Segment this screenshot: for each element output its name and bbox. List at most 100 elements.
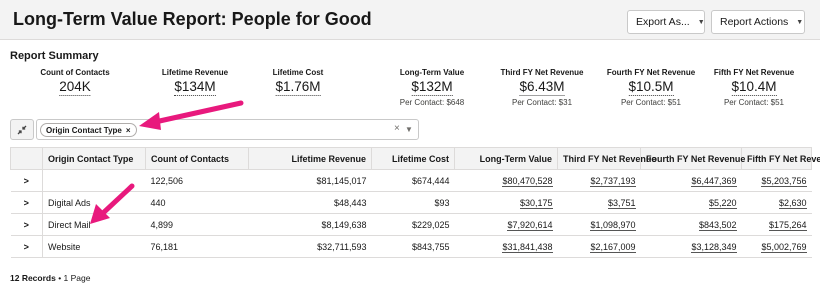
metric-value[interactable]: $10.4M xyxy=(731,78,777,96)
table-header-row: Origin Contact Type Count of Contacts Li… xyxy=(10,147,820,170)
cell-third-fy-net-revenue[interactable]: $3,751 xyxy=(557,191,641,214)
cell-count-of-contacts: 4,899 xyxy=(145,213,249,236)
metric-value[interactable]: $1.76M xyxy=(275,78,321,96)
column-header-third-fy-net-revenue[interactable]: Third FY Net Revenue xyxy=(557,147,656,170)
column-header-lifetime-revenue[interactable]: Lifetime Revenue xyxy=(248,147,372,170)
page-count: • 1 Page xyxy=(55,273,91,283)
cell-long-term-value[interactable]: $80,470,528 xyxy=(454,169,558,192)
report-actions-button[interactable]: Report Actions ▼ xyxy=(711,10,805,34)
cell-link[interactable]: $5,002,769 xyxy=(761,241,807,253)
table-row: > Digital Ads 440 $48,443 $93 $30,175 $3… xyxy=(10,191,812,214)
cell-link[interactable]: $2,167,009 xyxy=(590,241,636,253)
cell-lifetime-cost: $843,755 xyxy=(371,235,455,258)
cell-lifetime-cost: $93 xyxy=(371,191,455,214)
metric-value[interactable]: $134M xyxy=(174,78,216,96)
cell-link[interactable]: $2,737,193 xyxy=(590,175,636,187)
cell-link[interactable]: $3,128,349 xyxy=(691,241,737,253)
metric-value[interactable]: $10.5M xyxy=(628,78,674,96)
column-header-fifth-fy-net-revenue[interactable]: Fifth FY Net Revenue xyxy=(741,147,820,170)
metric-per-contact: Per Contact: $648 xyxy=(399,98,465,107)
filter-pill-origin-contact-type[interactable]: Origin Contact Type × xyxy=(40,123,137,137)
expand-row-icon[interactable]: > xyxy=(10,191,43,214)
collapse-arrows-icon xyxy=(17,125,27,134)
table-row: > 122,506 $81,145,017 $674,444 $80,470,5… xyxy=(10,169,812,192)
remove-pill-icon[interactable]: × xyxy=(126,126,131,135)
metric-label: Count of Contacts xyxy=(40,68,110,77)
metric-per-contact: Per Contact: $31 xyxy=(511,98,573,107)
export-as-button[interactable]: Export As... ▼ xyxy=(627,10,705,34)
cell-link[interactable]: $31,841,438 xyxy=(502,241,553,253)
cell-count-of-contacts: 122,506 xyxy=(145,169,249,192)
metric-lifetime-cost: Lifetime Cost $1.76M xyxy=(272,68,324,96)
cell-fourth-fy-net-revenue[interactable]: $6,447,369 xyxy=(640,169,742,192)
table-row: > Website 76,181 $32,711,593 $843,755 $3… xyxy=(10,235,812,258)
cell-third-fy-net-revenue[interactable]: $2,167,009 xyxy=(557,235,641,258)
metric-per-contact: Per Contact: $51 xyxy=(723,98,785,107)
metric-value[interactable]: 204K xyxy=(59,78,91,96)
column-header-fourth-fy-net-revenue[interactable]: Fourth FY Net Revenue xyxy=(640,147,745,170)
metric-fifth-fy-net-revenue: Fifth FY Net Revenue $10.4M Per Contact:… xyxy=(714,68,794,108)
record-count: 12 Records xyxy=(10,273,56,283)
table-footer: 12 Records • 1 Page xyxy=(10,273,90,283)
cell-long-term-value[interactable]: $31,841,438 xyxy=(454,235,558,258)
cell-third-fy-net-revenue[interactable]: $2,737,193 xyxy=(557,169,641,192)
cell-link[interactable]: $843,502 xyxy=(698,219,737,231)
metric-lifetime-revenue: Lifetime Revenue $134M xyxy=(162,68,228,96)
cell-link[interactable]: $5,203,756 xyxy=(761,175,807,187)
cell-long-term-value[interactable]: $7,920,614 xyxy=(454,213,558,236)
metric-value[interactable]: $132M xyxy=(411,78,453,96)
cell-third-fy-net-revenue[interactable]: $1,098,970 xyxy=(557,213,641,236)
page-header: Long-Term Value Report: People for Good … xyxy=(0,0,820,40)
column-header-origin-contact-type[interactable]: Origin Contact Type xyxy=(42,147,146,170)
column-header-long-term-value[interactable]: Long-Term Value xyxy=(454,147,558,170)
clear-filter-icon[interactable]: × xyxy=(394,123,400,134)
report-actions-label: Report Actions xyxy=(720,16,789,28)
metric-label: Third FY Net Revenue xyxy=(500,68,584,77)
cell-lifetime-revenue: $32,711,593 xyxy=(248,235,372,258)
cell-fifth-fy-net-revenue[interactable]: $2,630 xyxy=(741,191,812,214)
cell-long-term-value[interactable]: $30,175 xyxy=(454,191,558,214)
cell-fourth-fy-net-revenue[interactable]: $3,128,349 xyxy=(640,235,742,258)
metric-third-fy-net-revenue: Third FY Net Revenue $6.43M Per Contact:… xyxy=(501,68,584,108)
cell-link[interactable]: $80,470,528 xyxy=(502,175,553,187)
cell-fourth-fy-net-revenue[interactable]: $5,220 xyxy=(640,191,742,214)
cell-origin-contact-type: Digital Ads xyxy=(42,191,146,214)
metric-count-of-contacts: Count of Contacts 204K xyxy=(40,68,110,96)
cell-link[interactable]: $30,175 xyxy=(519,197,553,209)
group-by-filter[interactable]: Origin Contact Type × × ▼ xyxy=(36,119,419,140)
cell-link[interactable]: $6,447,369 xyxy=(691,175,737,187)
metric-label: Fifth FY Net Revenue xyxy=(713,68,795,77)
cell-link[interactable]: $5,220 xyxy=(708,197,737,209)
cell-link[interactable]: $7,920,614 xyxy=(507,219,553,231)
cell-link[interactable]: $2,630 xyxy=(778,197,807,209)
table-row: > Direct Mail 4,899 $8,149,638 $229,025 … xyxy=(10,213,812,236)
cell-lifetime-revenue: $81,145,017 xyxy=(248,169,372,192)
metric-value[interactable]: $6.43M xyxy=(519,78,565,96)
metric-long-term-value: Long-Term Value $132M Per Contact: $648 xyxy=(400,68,464,108)
cell-link[interactable]: $175,264 xyxy=(768,219,807,231)
cell-lifetime-cost: $229,025 xyxy=(371,213,455,236)
metric-label: Long-Term Value xyxy=(399,68,465,77)
cell-fifth-fy-net-revenue[interactable]: $5,203,756 xyxy=(741,169,812,192)
export-as-label: Export As... xyxy=(636,16,690,28)
cell-fourth-fy-net-revenue[interactable]: $843,502 xyxy=(640,213,742,236)
cell-fifth-fy-net-revenue[interactable]: $5,002,769 xyxy=(741,235,812,258)
page-title: Long-Term Value Report: People for Good xyxy=(13,9,372,29)
cell-link[interactable]: $3,751 xyxy=(607,197,636,209)
cell-lifetime-cost: $674,444 xyxy=(371,169,455,192)
expand-row-icon[interactable]: > xyxy=(10,213,43,236)
cell-count-of-contacts: 440 xyxy=(145,191,249,214)
column-header-lifetime-cost[interactable]: Lifetime Cost xyxy=(371,147,455,170)
report-table: Origin Contact Type Count of Contacts Li… xyxy=(10,147,820,258)
cell-fifth-fy-net-revenue[interactable]: $175,264 xyxy=(741,213,812,236)
cell-link[interactable]: $1,098,970 xyxy=(590,219,636,231)
chevron-down-icon: ▼ xyxy=(796,18,804,26)
column-header-count-of-contacts[interactable]: Count of Contacts xyxy=(145,147,249,170)
metric-label: Fourth FY Net Revenue xyxy=(606,68,696,77)
chevron-down-icon[interactable]: ▼ xyxy=(405,125,413,134)
metric-label: Lifetime Cost xyxy=(272,68,324,77)
expand-row-icon[interactable]: > xyxy=(10,235,43,258)
expand-row-icon[interactable]: > xyxy=(10,169,43,192)
cell-lifetime-revenue: $8,149,638 xyxy=(248,213,372,236)
collapse-filter-button[interactable] xyxy=(10,119,34,140)
